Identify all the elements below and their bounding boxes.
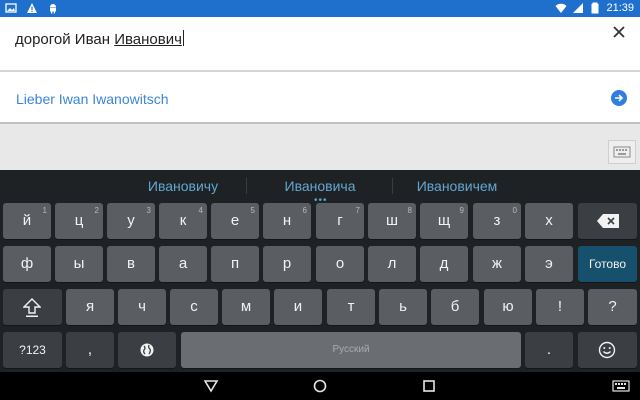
key[interactable]: ц2 <box>55 203 103 239</box>
backspace-key[interactable] <box>578 203 637 239</box>
done-button[interactable]: Готово <box>578 246 637 282</box>
key[interactable]: ! <box>536 289 584 325</box>
recents-icon[interactable] <box>421 378 437 394</box>
backspace-icon <box>597 214 619 228</box>
key-label: х <box>545 212 553 229</box>
key-hint: 3 <box>146 206 151 215</box>
key[interactable]: т <box>327 289 375 325</box>
signal-icon <box>573 3 584 13</box>
key-label: й <box>22 212 32 229</box>
key-hint: 1 <box>42 206 47 215</box>
warning-icon <box>27 3 37 13</box>
text-cursor <box>182 30 184 46</box>
keyboard-icon[interactable] <box>608 140 636 164</box>
key[interactable]: л <box>368 246 416 282</box>
key-hint: 8 <box>407 206 412 215</box>
translate-input[interactable]: дорогой Иван Иванович <box>0 17 640 70</box>
comma-key[interactable]: , <box>66 332 114 368</box>
suggestion-3[interactable]: Ивановичем <box>382 178 532 194</box>
input-text[interactable]: дорогой Иван Иванович <box>15 30 184 48</box>
key[interactable]: о <box>316 246 364 282</box>
key[interactable]: ж <box>473 246 521 282</box>
emoji-key[interactable] <box>578 332 637 368</box>
committed-text: дорогой Иван <box>15 31 115 48</box>
key[interactable]: н6 <box>263 203 311 239</box>
keyboard-switcher-icon[interactable] <box>612 378 630 394</box>
key[interactable]: п <box>211 246 259 282</box>
key-label: ц <box>74 212 84 229</box>
keyboard: Ивановичу Ивановича Ивановичем ••• й1 ц2… <box>0 170 640 372</box>
key-hint: 0 <box>512 206 517 215</box>
key[interactable]: б <box>431 289 479 325</box>
key[interactable]: г7 <box>316 203 364 239</box>
key-hint: 5 <box>250 206 255 215</box>
key[interactable]: э <box>525 246 573 282</box>
key-label: н <box>282 212 292 229</box>
key[interactable]: д <box>420 246 468 282</box>
key-label: е <box>230 212 240 229</box>
translation-text: Lieber Iwan Iwanowitsch <box>16 91 169 107</box>
shift-icon <box>23 298 41 317</box>
key-hint: 4 <box>198 206 203 215</box>
home-icon[interactable] <box>312 378 328 394</box>
key-label: у <box>127 212 135 229</box>
key[interactable]: щ9 <box>420 203 468 239</box>
composing-text: Иванович <box>114 31 182 48</box>
image-icon <box>5 3 17 13</box>
globe-icon <box>140 343 154 357</box>
key-label: к <box>179 212 187 229</box>
navigation-bar <box>0 372 640 400</box>
key[interactable]: ч <box>118 289 166 325</box>
battery-icon <box>591 2 599 14</box>
key[interactable]: к4 <box>159 203 207 239</box>
clock: 21:39 <box>606 2 634 14</box>
suggestion-1[interactable]: Ивановичу <box>108 178 258 194</box>
key[interactable]: ь <box>379 289 427 325</box>
android-icon <box>50 4 56 14</box>
wifi-icon <box>555 3 567 13</box>
key-label: г <box>337 212 343 229</box>
key[interactable]: р <box>263 246 311 282</box>
status-bar: 21:39 <box>0 0 640 17</box>
key[interactable]: м <box>222 289 270 325</box>
key[interactable]: у3 <box>107 203 155 239</box>
space-key[interactable]: Русский <box>181 332 521 368</box>
key[interactable]: а <box>159 246 207 282</box>
key[interactable]: ш8 <box>368 203 416 239</box>
key[interactable]: я <box>66 289 114 325</box>
key[interactable]: е5 <box>211 203 259 239</box>
symbols-key[interactable]: ?123 <box>3 332 62 368</box>
arrow-right-icon[interactable] <box>611 90 627 106</box>
key-label: ш <box>385 212 399 229</box>
key[interactable]: х <box>525 203 573 239</box>
key-hint: 9 <box>459 206 464 215</box>
key[interactable]: с <box>170 289 218 325</box>
divider <box>0 122 640 124</box>
shift-key[interactable] <box>3 289 62 325</box>
close-icon[interactable] <box>612 25 626 39</box>
suggestion-2[interactable]: Ивановича <box>245 178 395 194</box>
translation-result[interactable]: Lieber Iwan Iwanowitsch <box>0 72 640 122</box>
key[interactable]: ? <box>588 289 637 325</box>
key-hint: 6 <box>302 206 307 215</box>
key-label: щ <box>437 212 451 229</box>
key-hint: 7 <box>355 206 360 215</box>
key-hint: 2 <box>94 206 99 215</box>
emoji-icon <box>598 341 616 359</box>
period-key[interactable]: . <box>525 332 573 368</box>
key[interactable]: ы <box>55 246 103 282</box>
key[interactable]: и <box>274 289 322 325</box>
key[interactable]: й1 <box>3 203 51 239</box>
key[interactable]: з0 <box>473 203 521 239</box>
key[interactable]: ф <box>3 246 51 282</box>
back-icon[interactable] <box>203 378 219 394</box>
language-key[interactable] <box>118 332 176 368</box>
key-label: з <box>493 212 501 229</box>
key[interactable]: в <box>107 246 155 282</box>
key[interactable]: ю <box>484 289 532 325</box>
